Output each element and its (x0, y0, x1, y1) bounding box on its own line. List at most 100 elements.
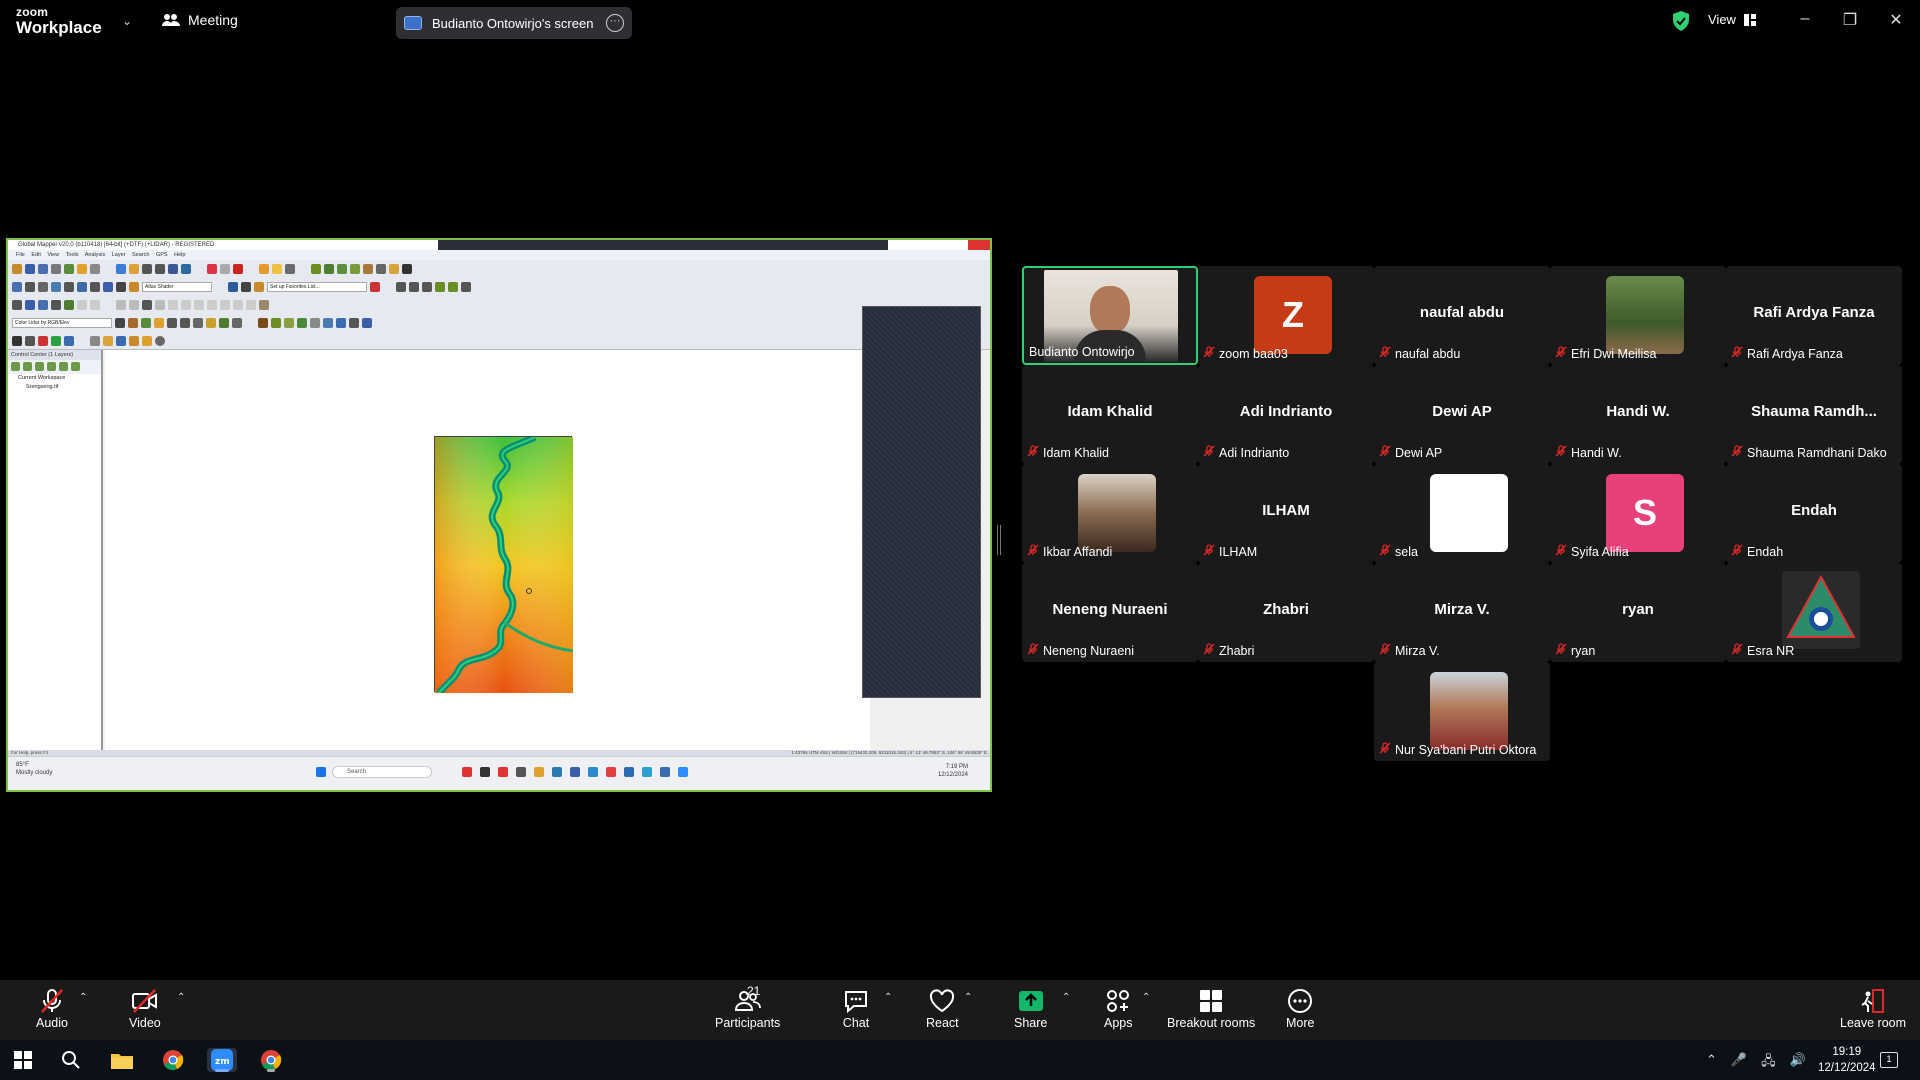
chrome-icon[interactable] (160, 1048, 186, 1072)
gm-menu-bar[interactable]: File Edit View Tools Analysis Layer Sear… (8, 250, 990, 260)
gm-toolbar[interactable]: Atlas Shader Set up Favorites List... Co… (8, 260, 990, 350)
gm-toolbar-row-3[interactable] (12, 298, 269, 312)
shared-screen[interactable]: Global Mapper v20.0 (b110418) [64-bit] (… (6, 238, 992, 792)
terrain-flood-icon[interactable] (336, 318, 346, 328)
participant-tile[interactable]: Budianto Ontowirjo (1022, 266, 1198, 365)
close-icon[interactable]: ✕ (1884, 10, 1908, 30)
cc-tool-icon[interactable] (35, 362, 44, 371)
lidar-class-icon[interactable] (128, 318, 138, 328)
cc-tool-icon[interactable] (23, 362, 32, 371)
attribute-icon[interactable] (103, 282, 113, 292)
terrain-water-icon[interactable] (323, 318, 333, 328)
app-icon[interactable] (642, 767, 652, 777)
terrain-tower-icon[interactable] (310, 318, 320, 328)
app-icon[interactable] (624, 767, 634, 777)
video-button[interactable]: Video (129, 988, 161, 1030)
app-icon[interactable] (570, 767, 580, 777)
microphone-icon[interactable]: 🎤 (1731, 1052, 1747, 1074)
remove-icon[interactable] (38, 336, 48, 346)
notification-icon[interactable]: 1 (1880, 1052, 1898, 1068)
lidar-filter-icon[interactable] (167, 318, 177, 328)
favorites-select[interactable]: Set up Favorites List... (267, 282, 367, 292)
control-center-panel[interactable]: Control Center (1 Layers) Current Worksp… (8, 350, 103, 750)
bulb-icon[interactable] (142, 336, 152, 346)
gm-toolbar-row-5[interactable] (12, 334, 165, 348)
shader-select[interactable]: Atlas Shader (142, 282, 212, 292)
participant-tile[interactable]: S Syifa Alifia (1550, 464, 1726, 563)
terrain-cut-icon[interactable] (349, 318, 359, 328)
layer-icon[interactable] (77, 264, 87, 274)
lidar-building-icon[interactable] (154, 318, 164, 328)
folder-icon[interactable] (534, 767, 544, 777)
profile-icon[interactable] (324, 264, 334, 274)
draw-green-icon[interactable] (435, 282, 445, 292)
copy-icon[interactable] (220, 264, 230, 274)
react-options-caret[interactable]: ⌃ (964, 992, 972, 1003)
move-icon[interactable] (116, 300, 126, 310)
more-options-icon[interactable]: ··· (606, 14, 624, 32)
chat-options-caret[interactable]: ⌃ (884, 992, 892, 1003)
cc-tool-icon[interactable] (59, 362, 68, 371)
windows-start-icon[interactable] (10, 1048, 36, 1072)
app-icon[interactable] (588, 767, 598, 777)
participant-tile[interactable]: sela (1374, 464, 1550, 563)
apps-button[interactable]: Apps (1104, 988, 1133, 1030)
tools-icon[interactable] (64, 264, 74, 274)
terrain-icon[interactable] (311, 264, 321, 274)
lidar-ground-icon[interactable] (141, 318, 151, 328)
draw-curve-icon[interactable] (409, 282, 419, 292)
help-icon[interactable] (155, 336, 165, 346)
save-icon[interactable] (38, 264, 48, 274)
pan-icon[interactable] (129, 264, 139, 274)
pencil-icon[interactable] (12, 300, 22, 310)
start-icon[interactable] (316, 767, 326, 777)
offset-icon[interactable] (155, 300, 165, 310)
watershed-icon[interactable] (350, 264, 360, 274)
participant-tile[interactable]: Zzoom baa03 (1198, 266, 1374, 365)
gm-toolbar-row-2[interactable]: Atlas Shader Set up Favorites List... (12, 280, 471, 294)
lighting-icon[interactable] (241, 282, 251, 292)
zoom-taskbar-icon[interactable]: zm (207, 1048, 237, 1072)
lidar-tool-icon[interactable] (115, 318, 125, 328)
draw-pen-icon[interactable] (461, 282, 471, 292)
split-icon[interactable] (64, 282, 74, 292)
participant-tile[interactable]: Idam Khalid Idam Khalid (1022, 365, 1198, 464)
terrain-slope-icon[interactable] (271, 318, 281, 328)
audio-button[interactable]: Audio (36, 988, 68, 1030)
lidar-grid-icon[interactable] (180, 318, 190, 328)
vertical-tool-icon[interactable] (12, 336, 22, 346)
view-button[interactable]: View (1708, 12, 1756, 27)
digitizer-icon[interactable] (12, 282, 22, 292)
capture-icon[interactable] (116, 336, 126, 346)
terrain-peak-icon[interactable] (258, 318, 268, 328)
video-options-caret[interactable]: ⌃ (177, 992, 185, 1003)
area-icon[interactable] (51, 282, 61, 292)
view-3d-icon[interactable] (376, 264, 386, 274)
audio-options-caret[interactable]: ⌃ (79, 992, 87, 1003)
layer-options-icon[interactable] (389, 264, 399, 274)
close-layer-icon[interactable] (402, 264, 412, 274)
app-icon[interactable] (552, 767, 562, 777)
rect-icon[interactable] (38, 300, 48, 310)
chevron-down-icon[interactable]: ⌄ (122, 14, 132, 28)
info-icon[interactable] (272, 264, 282, 274)
draw-line-icon[interactable] (396, 282, 406, 292)
lidar-extract-icon[interactable] (232, 318, 242, 328)
taskbar-clock[interactable]: 19:19 12/12/2024 (1818, 1044, 1876, 1076)
participant-tile[interactable]: Ikbar Affandi (1022, 464, 1198, 563)
minimize-icon[interactable]: – (1793, 10, 1817, 28)
participant-tile[interactable]: Rafi Ardya Fanza Rafi Ardya Fanza (1726, 266, 1902, 365)
circle-icon[interactable] (25, 300, 35, 310)
polygon-icon[interactable] (51, 300, 61, 310)
terrain-tree-icon[interactable] (297, 318, 307, 328)
brush-icon[interactable] (259, 300, 269, 310)
participant-tile[interactable]: Neneng Nuraeni Neneng Nuraeni (1022, 563, 1198, 662)
mode-icon[interactable] (90, 336, 100, 346)
react-button[interactable]: React (926, 988, 959, 1030)
delete-icon[interactable] (233, 264, 243, 274)
lidar-funnel-icon[interactable] (206, 318, 216, 328)
app-icon[interactable] (480, 767, 490, 777)
file-explorer-icon[interactable] (109, 1048, 135, 1072)
cc-tool-icon[interactable] (11, 362, 20, 371)
volume-icon[interactable] (363, 264, 373, 274)
